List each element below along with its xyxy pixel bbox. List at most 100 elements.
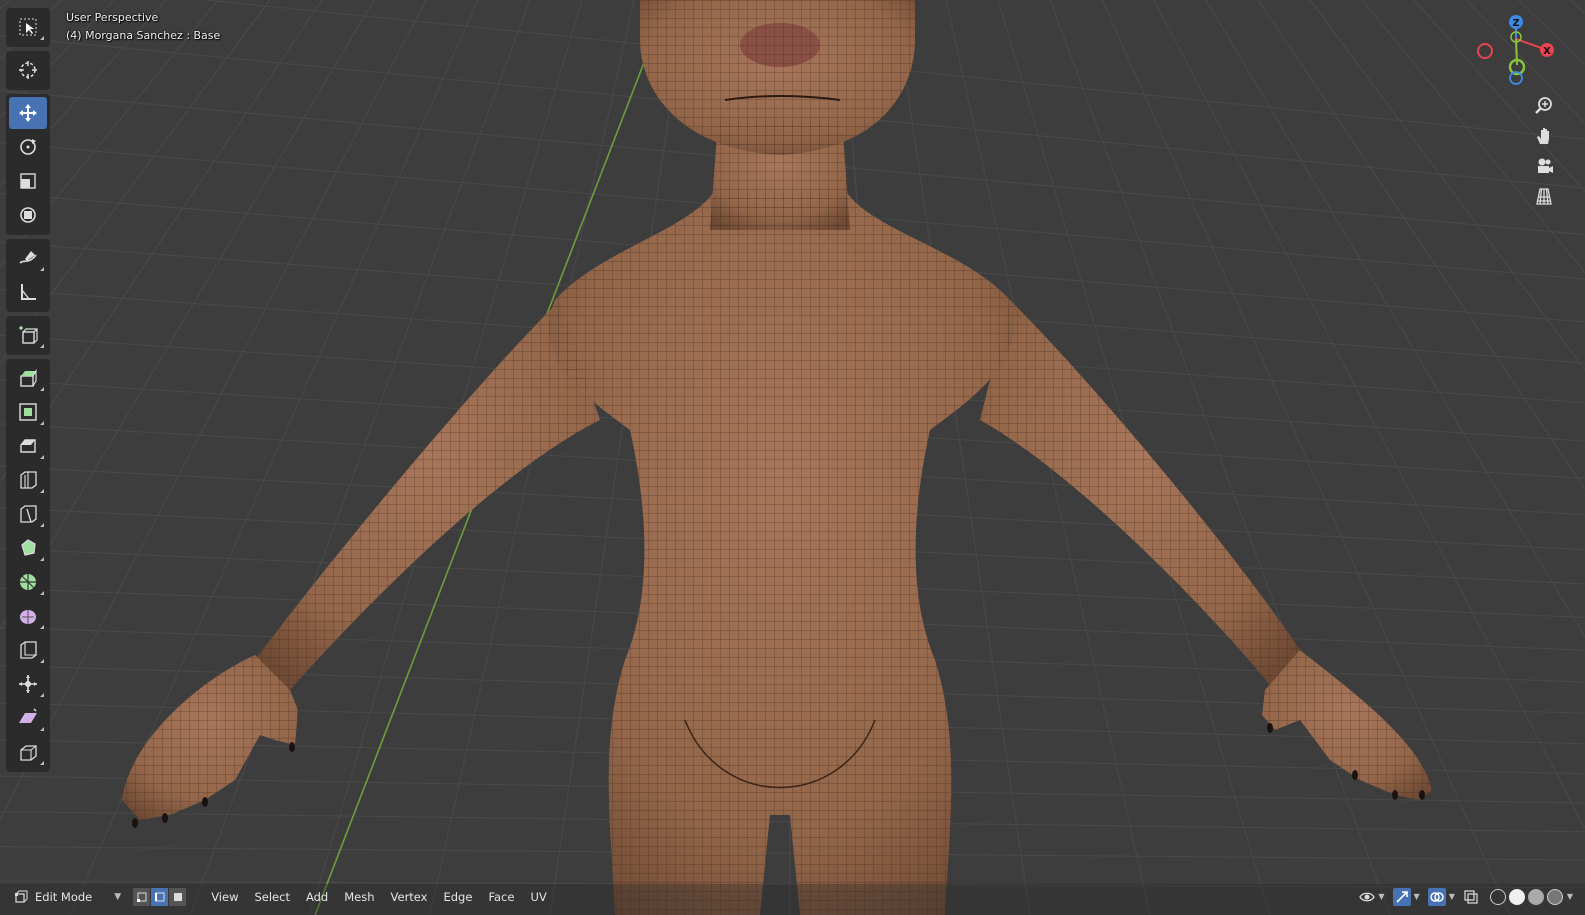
select-box-tool[interactable]	[9, 11, 47, 43]
zoom-icon	[1535, 97, 1552, 114]
tool-options-corner	[40, 455, 44, 459]
spin-tool[interactable]	[9, 566, 47, 598]
chevron-down-icon: ▼	[1566, 892, 1573, 901]
tool-options-corner	[40, 489, 44, 493]
overlay-toggle[interactable]: ▼	[1427, 887, 1455, 906]
shading-modes: ▼	[1487, 888, 1573, 905]
shrink-fatten-tool[interactable]	[9, 668, 47, 700]
edge-slide-tool[interactable]	[9, 634, 47, 666]
tool-options-corner	[40, 727, 44, 731]
wireframe-shading-button[interactable]	[1489, 888, 1506, 905]
inset-tool[interactable]	[9, 396, 47, 428]
zoom-button[interactable]	[1530, 92, 1558, 120]
annotate-icon	[19, 251, 37, 264]
edge-select-icon	[154, 892, 165, 901]
transform-tool[interactable]	[9, 199, 47, 231]
chevron-down-icon: ▼	[114, 891, 122, 902]
gizmo-z-label: Z	[1512, 18, 1519, 29]
face-select-mode[interactable]	[169, 887, 187, 906]
xray-toggle[interactable]	[1463, 889, 1479, 905]
viewport-scene	[0, 0, 1585, 915]
shrink-fatten-icon	[19, 675, 37, 693]
navigation-gizmo[interactable]: Z X	[1474, 10, 1564, 90]
move-tool[interactable]	[9, 97, 47, 129]
menu-vertex[interactable]: Vertex	[383, 890, 436, 904]
poly-build-icon	[21, 539, 36, 556]
add-cube-tool[interactable]	[9, 319, 47, 351]
rendered-shading-button[interactable]	[1546, 888, 1563, 905]
rip-region-icon	[20, 745, 37, 761]
select-mode-group	[133, 887, 187, 906]
edge-select-mode[interactable]	[151, 887, 169, 906]
tool-options-corner	[40, 387, 44, 391]
grid-view-icon	[1536, 188, 1552, 205]
bevel-tool[interactable]	[9, 430, 47, 462]
tool-group-transform	[6, 94, 50, 235]
scale-tool[interactable]	[9, 165, 47, 197]
tool-group-select	[6, 8, 50, 47]
shear-tool[interactable]	[9, 702, 47, 734]
material-shading-button[interactable]	[1527, 888, 1544, 905]
gizmo-x-label: X	[1543, 46, 1551, 57]
add-cube-icon	[19, 326, 38, 344]
tool-options-corner	[40, 625, 44, 629]
header-right-controls: ▼ ▼ ▼ ▼	[1351, 884, 1573, 909]
mode-selector[interactable]: Edit Mode ▼	[10, 887, 125, 907]
gizmo-toggle[interactable]: ▼	[1392, 887, 1420, 906]
smooth-tool[interactable]	[9, 600, 47, 632]
tool-options-corner	[40, 693, 44, 697]
menu-select[interactable]: Select	[246, 890, 297, 904]
select-box-icon	[19, 18, 37, 36]
viewport-header: Edit Mode ▼ View Select Add Mesh Vertex …	[0, 884, 1585, 909]
pan-button[interactable]	[1530, 122, 1558, 150]
extrude-icon	[20, 368, 37, 387]
active-object-label: (4) Morgana Sanchez : Base	[66, 29, 221, 42]
camera-view-button[interactable]	[1530, 152, 1558, 180]
menu-view[interactable]: View	[203, 890, 246, 904]
loop-cut-icon	[20, 471, 37, 489]
inset-icon	[19, 403, 37, 421]
rotate-tool[interactable]	[9, 131, 47, 163]
vertex-select-mode[interactable]	[133, 887, 151, 906]
xray-icon	[1464, 889, 1478, 904]
tool-options-corner	[40, 421, 44, 425]
rotate-icon	[20, 139, 36, 155]
annotate-tool[interactable]	[9, 242, 47, 274]
loop-cut-tool[interactable]	[9, 464, 47, 496]
extrude-tool[interactable]	[9, 362, 47, 394]
ortho-toggle-button[interactable]	[1530, 182, 1558, 210]
face-select-icon	[173, 892, 182, 901]
poly-build-tool[interactable]	[9, 532, 47, 564]
3d-viewport[interactable]: User Perspective (4) Morgana Sanchez : B…	[0, 0, 1585, 915]
tool-options-corner	[40, 659, 44, 663]
solid-shading-button[interactable]	[1508, 888, 1525, 905]
menu-edge[interactable]: Edge	[435, 890, 480, 904]
cursor-icon	[19, 61, 37, 79]
rip-region-tool[interactable]	[9, 736, 47, 768]
spin-icon	[20, 574, 36, 590]
character-mesh	[122, 0, 1432, 915]
measure-icon	[21, 284, 36, 300]
chevron-down-icon: ▼	[1413, 892, 1420, 901]
smooth-icon	[20, 610, 36, 624]
gizmo-neg-x-axis[interactable]	[1477, 43, 1493, 59]
menu-uv[interactable]: UV	[522, 890, 554, 904]
measure-tool[interactable]	[9, 276, 47, 308]
menu-face[interactable]: Face	[480, 890, 522, 904]
menu-mesh[interactable]: Mesh	[336, 890, 382, 904]
vertex-select-icon	[136, 892, 147, 902]
move-icon	[19, 104, 37, 122]
transform-icon	[20, 207, 36, 223]
mode-label: Edit Mode	[35, 889, 93, 904]
pan-hand-icon	[1537, 128, 1549, 144]
eye-icon	[1359, 892, 1376, 901]
tool-group-annotate	[6, 239, 50, 312]
cursor-tool[interactable]	[9, 54, 47, 86]
knife-tool[interactable]	[9, 498, 47, 530]
menu-add[interactable]: Add	[298, 890, 336, 904]
bevel-icon	[20, 439, 36, 453]
shear-icon	[19, 708, 37, 723]
tool-options-corner	[40, 36, 44, 40]
visibility-dropdown[interactable]: ▼	[1359, 890, 1385, 904]
scale-icon	[20, 173, 36, 189]
